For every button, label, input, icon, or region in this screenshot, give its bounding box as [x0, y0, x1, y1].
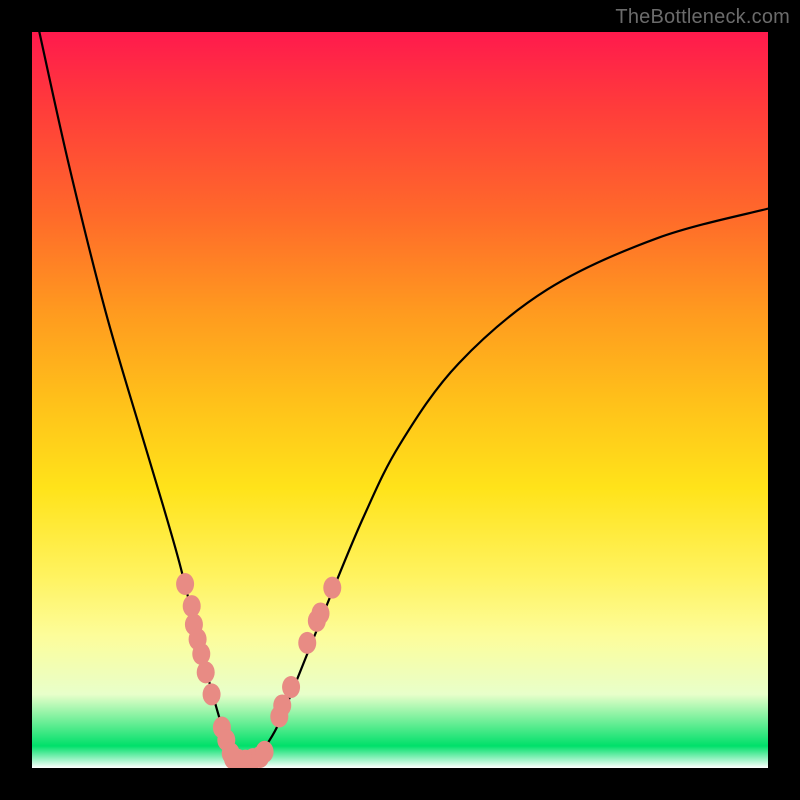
marker-dot — [197, 661, 215, 683]
marker-dot — [176, 573, 194, 595]
plot-area — [32, 32, 768, 768]
marker-dot — [183, 595, 201, 617]
highlight-markers — [176, 573, 341, 768]
chart-frame: TheBottleneck.com — [0, 0, 800, 800]
marker-dot — [256, 741, 274, 763]
marker-dot — [298, 632, 316, 654]
bottleneck-curve — [39, 32, 768, 763]
watermark-text: TheBottleneck.com — [615, 6, 790, 29]
marker-dot — [273, 694, 291, 716]
marker-dot — [323, 577, 341, 599]
chart-svg — [32, 32, 768, 768]
marker-dot — [203, 683, 221, 705]
marker-dot — [312, 602, 330, 624]
marker-dot — [282, 676, 300, 698]
